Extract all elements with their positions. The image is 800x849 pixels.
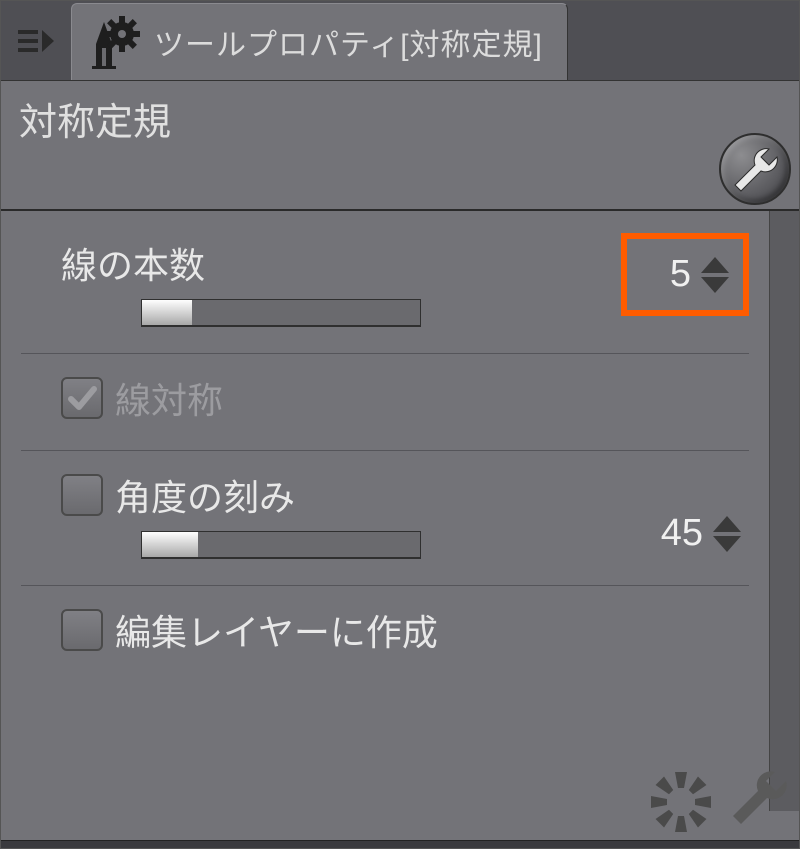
checkmark-icon bbox=[66, 382, 98, 414]
prop-create-on-edit-layer: 編集レイヤーに作成 bbox=[21, 585, 749, 682]
angle-step-stepper[interactable] bbox=[713, 516, 741, 552]
panel-body: 線の本数 5 bbox=[1, 211, 799, 811]
create-on-edit-layer-checkbox[interactable] bbox=[61, 609, 103, 651]
line-count-label: 線の本数 bbox=[61, 237, 205, 289]
tool-name-label: 対称定規 bbox=[19, 91, 781, 146]
tab-title: ツールプロパティ[対称定規] bbox=[154, 20, 543, 64]
wrench-icon[interactable] bbox=[723, 760, 795, 840]
angle-step-spinner[interactable]: 45 bbox=[653, 512, 749, 555]
angle-step-slider[interactable] bbox=[141, 531, 421, 559]
panel-tabbar: ツールプロパティ[対称定規] bbox=[1, 1, 799, 81]
line-count-slider[interactable] bbox=[141, 299, 421, 327]
stepper-up-icon[interactable] bbox=[713, 516, 741, 532]
stepper-down-icon[interactable] bbox=[713, 536, 741, 552]
line-symmetry-label: 線対称 bbox=[115, 372, 223, 424]
settings-wrench-button[interactable] bbox=[719, 133, 797, 211]
panel-bottom-border bbox=[1, 840, 799, 848]
prop-angle-step: 角度の刻み 45 bbox=[21, 450, 749, 585]
stepper-down-icon[interactable] bbox=[701, 277, 729, 293]
line-count-value: 5 bbox=[641, 253, 691, 296]
wrench-icon bbox=[727, 141, 783, 197]
angle-step-checkbox[interactable] bbox=[61, 474, 103, 516]
vertical-scrollbar[interactable] bbox=[769, 211, 799, 811]
tab-icon-group bbox=[84, 14, 144, 70]
tool-property-panel: ツールプロパティ[対称定規] 対称定規 線の本数 bbox=[0, 0, 800, 849]
line-count-stepper[interactable] bbox=[701, 257, 729, 293]
angle-step-value: 45 bbox=[653, 512, 703, 555]
prop-line-count: 線の本数 5 bbox=[21, 221, 749, 353]
reset-icon[interactable] bbox=[641, 760, 721, 840]
dock-toggle-button[interactable] bbox=[1, 1, 71, 80]
angle-step-label: 角度の刻み bbox=[115, 469, 295, 521]
line-count-slider-fill bbox=[142, 300, 192, 325]
properties-list: 線の本数 5 bbox=[1, 211, 769, 811]
prop-line-symmetry: 線対称 bbox=[21, 353, 749, 450]
tool-property-tab[interactable]: ツールプロパティ[対称定規] bbox=[71, 3, 568, 80]
create-on-edit-layer-label: 編集レイヤーに作成 bbox=[115, 604, 438, 656]
line-count-spinner[interactable]: 5 bbox=[621, 233, 749, 316]
angle-step-slider-fill bbox=[142, 532, 198, 557]
panel-footer bbox=[1, 756, 799, 840]
panel-header: 対称定規 bbox=[1, 81, 799, 211]
line-symmetry-checkbox[interactable] bbox=[61, 377, 103, 419]
stepper-up-icon[interactable] bbox=[701, 257, 729, 273]
